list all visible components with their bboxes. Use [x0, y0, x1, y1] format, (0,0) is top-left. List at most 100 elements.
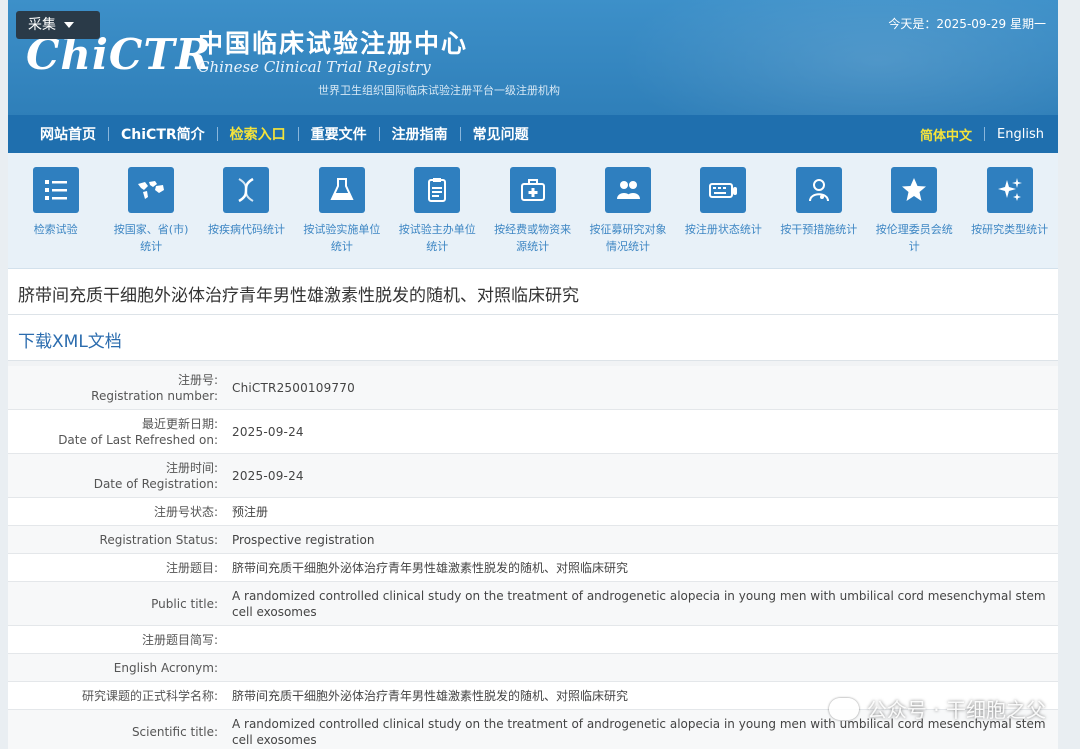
icon-tile-by-ethics[interactable]: 按伦理委员会统计: [867, 167, 962, 268]
icon-tile-by-funding[interactable]: 按经费或物资来源统计: [485, 167, 580, 268]
row-label: 最近更新日期: Date of Last Refreshed on:: [8, 410, 226, 453]
nav-home[interactable]: 网站首页: [28, 124, 108, 144]
icon-label: 按试验实施单位统计: [303, 223, 381, 253]
table-row: Registration Status: Prospective registr…: [8, 526, 1058, 554]
clipboard-icon: [414, 167, 461, 213]
public-title-cn-value: 脐带间充质干细胞外泌体治疗青年男性雄激素性脱发的随机、对照临床研究: [232, 560, 629, 575]
row-label-cn: 注册号:: [177, 372, 218, 387]
row-label-cn: 研究课题的正式科学名称:: [81, 688, 218, 703]
public-title-en-value: A randomized controlled clinical study o…: [232, 588, 1046, 619]
today-date-value: 2025-09-29: [936, 17, 1007, 31]
lang-english-link[interactable]: English: [985, 127, 1044, 142]
icon-label: 按研究类型统计: [971, 223, 1049, 236]
trial-title: 脐带间充质干细胞外泌体治疗青年男性雄激素性脱发的随机、对照临床研究: [8, 269, 1058, 315]
acronym-en-value: [226, 654, 1058, 681]
sparkle-icon: [986, 167, 1033, 213]
registration-status-cn-value: 预注册: [232, 504, 269, 519]
icon-label: 按干预措施统计: [780, 223, 858, 236]
icon-label: 按征募研究对象情况统计: [589, 223, 667, 253]
row-label: 注册题目:: [8, 554, 226, 581]
language-switch: 简体中文 English: [908, 115, 1044, 153]
site-subtitle: 世界卫生组织国际临床试验注册平台一级注册机构: [318, 84, 560, 97]
row-label-en: Date of Registration:: [93, 476, 218, 491]
nav-documents[interactable]: 重要文件: [299, 124, 379, 144]
row-label-cn: 注册题目:: [165, 560, 218, 575]
registration-number-value: ChiCTR2500109770: [232, 380, 355, 395]
lang-chinese-link[interactable]: 简体中文: [908, 125, 984, 144]
icon-label: 按伦理委员会统计: [875, 223, 953, 253]
flask-icon: [318, 167, 365, 213]
table-row: 注册号状态: 预注册: [8, 498, 1058, 526]
today-weekday: 星期一: [1009, 17, 1046, 31]
icon-tile-by-intervention[interactable]: 按干预措施统计: [771, 167, 866, 268]
site-title-en: Chinese Clinical Trial Registry: [198, 58, 431, 76]
row-label-cn: 注册时间:: [165, 460, 218, 475]
row-label: 注册号状态:: [8, 498, 226, 525]
row-label-cn: 注册号状态:: [153, 504, 218, 519]
row-label-cn: 注册题目简写:: [141, 632, 218, 647]
row-label: 研究课题的正式科学名称:: [8, 682, 226, 709]
acronym-cn-value: [226, 626, 1058, 653]
nav-search[interactable]: 检索入口: [218, 124, 298, 144]
collect-button[interactable]: 采集: [16, 11, 100, 39]
today-label: 今天是：: [888, 17, 937, 31]
icon-label: 按注册状态统计: [684, 223, 762, 236]
stats-icon-bar: 检索试验 按国家、省(市)统计 按疾病代码统计 按试验实施单位统计 按试验主办单…: [8, 153, 1058, 269]
row-label: 注册题目简写:: [8, 626, 226, 653]
row-label-en: Registration Status:: [99, 532, 218, 547]
icon-tile-by-recruitment[interactable]: 按征募研究对象情况统计: [580, 167, 675, 268]
icon-tile-by-institution[interactable]: 按试验实施单位统计: [294, 167, 389, 268]
content-wrapper: 采集 ChiCTR 中国临床试验注册中心 Chinese Clinical Tr…: [8, 0, 1058, 749]
doctor-icon: [795, 167, 842, 213]
icon-tile-by-status[interactable]: 按注册状态统计: [676, 167, 771, 268]
wechat-icon: [828, 697, 859, 720]
icon-label: 按疾病代码统计: [207, 223, 285, 236]
table-row: 注册号: Registration number: ChiCTR250010977…: [8, 366, 1058, 410]
icon-label: 按经费或物资来源统计: [494, 223, 572, 253]
row-label: 注册时间: Date of Registration:: [8, 454, 226, 497]
row-label: Public title:: [8, 582, 226, 625]
nav-faq[interactable]: 常见问题: [461, 124, 541, 144]
keyboard-icon: [700, 167, 747, 213]
icon-tile-by-sponsor[interactable]: 按试验主办单位统计: [390, 167, 485, 268]
site-title-cn: 中国临床试验注册中心: [198, 29, 469, 58]
nav-about[interactable]: ChiCTR简介: [109, 124, 217, 144]
watermark-text: 公众号 · 干细胞之父: [866, 698, 1046, 722]
icon-label: 按国家、省(市)统计: [113, 223, 189, 253]
row-label-en: Public title:: [151, 596, 218, 611]
today-date: 今天是：2025-09-29 星期一: [888, 15, 1046, 32]
row-label: English Acronym:: [8, 654, 226, 681]
trial-info-table: 注册号: Registration number: ChiCTR250010977…: [8, 366, 1058, 749]
star-icon: [891, 167, 938, 213]
row-label: 注册号: Registration number:: [8, 366, 226, 409]
last-refreshed-value: 2025-09-24: [232, 424, 304, 439]
world-map-icon: [128, 167, 175, 213]
row-label: Registration Status:: [8, 526, 226, 553]
icon-tile-by-country[interactable]: 按国家、省(市)统计: [103, 167, 198, 268]
people-icon: [605, 167, 652, 213]
table-row: 注册时间: Date of Registration: 2025-09-24: [8, 454, 1058, 498]
dna-icon: [223, 167, 270, 213]
table-row: 注册题目简写:: [8, 626, 1058, 654]
icon-tile-by-disease[interactable]: 按疾病代码统计: [199, 167, 294, 268]
collect-label: 采集: [28, 17, 56, 33]
nav-guide[interactable]: 注册指南: [380, 124, 460, 144]
icon-tile-by-study-type[interactable]: 按研究类型统计: [962, 167, 1057, 268]
row-label-en: English Acronym:: [113, 660, 218, 675]
registration-date-value: 2025-09-24: [232, 468, 304, 483]
main-nav: 网站首页 ChiCTR简介 检索入口 重要文件 注册指南 常见问题 简体中文 E…: [8, 115, 1058, 153]
row-label-en: Date of Last Refreshed on:: [58, 432, 218, 447]
list-icon: [32, 167, 79, 213]
site-header: 采集 ChiCTR 中国临床试验注册中心 Chinese Clinical Tr…: [8, 0, 1058, 115]
row-label-cn: 最近更新日期:: [141, 416, 218, 431]
wechat-watermark: 公众号 · 干细胞之父: [828, 694, 1046, 723]
registration-status-en-value: Prospective registration: [232, 532, 375, 547]
icon-label: 按试验主办单位统计: [398, 223, 476, 253]
row-label-en: Registration number:: [91, 388, 218, 403]
icon-label: 检索试验: [33, 223, 78, 236]
table-row: Public title: A randomized controlled cl…: [8, 582, 1058, 626]
page: 采集 ChiCTR 中国临床试验注册中心 Chinese Clinical Tr…: [0, 0, 1080, 749]
table-row: 注册题目: 脐带间充质干细胞外泌体治疗青年男性雄激素性脱发的随机、对照临床研究: [8, 554, 1058, 582]
download-xml-link[interactable]: 下载XML文档: [8, 315, 1058, 361]
icon-tile-search-trials[interactable]: 检索试验: [8, 167, 103, 268]
